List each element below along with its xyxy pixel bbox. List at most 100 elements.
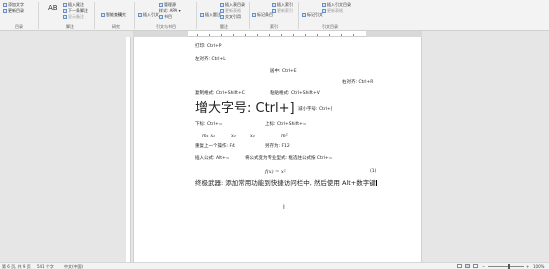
refresh-icon	[3, 9, 7, 13]
doc-line-sub-example: m₁ x₁	[202, 133, 216, 139]
manage-sources-icon	[159, 3, 163, 7]
insert-endnote-button[interactable]: 插入尾注	[63, 2, 84, 7]
page-count[interactable]: 第 6 页, 共 9 页	[2, 264, 31, 269]
ribbon-separator	[249, 2, 250, 29]
add-text-icon	[3, 3, 7, 7]
zoom-out-icon[interactable]: −	[482, 264, 485, 269]
doc-line-paste-format: 粘贴格式: Ctrl+Shift+V	[270, 91, 320, 96]
doc-formula[interactable]: f(x) = x²	[265, 169, 286, 175]
zoom-slider-thumb[interactable]	[508, 264, 510, 269]
doc-line-repeat: 重复上一个操作: F4	[195, 144, 235, 149]
doc-line-grow-font: 增大字号: Ctrl+]	[195, 101, 295, 116]
bibliography-button[interactable]: 书目	[159, 14, 172, 19]
group-footnotes-label: 脚注	[66, 24, 74, 29]
doc-line-shrink-font: 减小字号: Ctrl+[	[298, 107, 333, 112]
ruler-tick	[257, 34, 258, 36]
toa-icon	[322, 3, 326, 7]
print-layout-icon[interactable]	[465, 264, 470, 268]
doc-line-copy-format: 复制格式: Ctrl+Shift+C	[195, 91, 245, 96]
group-index-label: 索引	[270, 24, 278, 29]
ruler-tick	[221, 34, 222, 36]
text-caret	[376, 180, 377, 186]
insert-index-button[interactable]: 插入索引	[272, 2, 293, 7]
insert-citation-button[interactable]: 插入引文	[138, 12, 159, 17]
ruler-tick	[281, 34, 282, 36]
doc-line-subscript: 下标: Ctrl+=	[195, 122, 223, 127]
ribbon-separator	[38, 2, 39, 29]
insert-caption-button[interactable]: 插入题注	[200, 12, 221, 17]
doc-line-align-right: 右对齐: Ctrl+R	[342, 80, 374, 85]
group-citations-label: 引文与书目	[156, 24, 176, 29]
update-toa-button[interactable]: 更新表格	[322, 8, 343, 13]
doc-line-sub-example-2: x₂	[231, 133, 236, 139]
doc-line-insert-formula: 插入公式: Alt+=	[195, 156, 230, 161]
smart-lookup-icon	[101, 13, 105, 17]
doc-formula-number: (1)	[370, 169, 377, 174]
doc-line-ultimate: 终极武器: 添加常用功能到快捷访问栏中, 然后使用 Alt+数字键	[195, 179, 377, 187]
doc-line-align-left: 左对齐: Ctrl+L	[195, 57, 226, 62]
caption-icon	[200, 13, 204, 17]
doc-line-sup-example: m²	[281, 133, 288, 139]
zoom-in-icon[interactable]: +	[526, 264, 529, 269]
doc-line-superscript: 上标: Ctrl+Shift+=	[265, 122, 307, 127]
ruler-tick	[329, 34, 330, 36]
insert-table-of-figures-button[interactable]: 插入表目录	[220, 2, 245, 7]
zoom-level[interactable]: 100%	[533, 264, 544, 269]
ribbon: 添加文字 更新目录 目录 AB 插入尾注 下一条脚注 显示备注 脚注 智能查找 …	[0, 0, 549, 31]
vertical-ruler[interactable]	[126, 37, 131, 262]
ruler-tick	[209, 34, 210, 36]
show-notes-button[interactable]: 显示备注	[63, 14, 84, 19]
ruler-tick	[317, 34, 318, 36]
manage-sources-button[interactable]: 管理源	[159, 2, 176, 7]
cross-reference-button[interactable]: 交叉引用	[220, 14, 241, 19]
language-indicator[interactable]: 中文(中国)	[64, 264, 83, 269]
update-table-button[interactable]: 更新目录	[3, 8, 24, 13]
update-table2-button[interactable]: 更新表格	[220, 8, 241, 13]
doc-line-professional-formula: 将公式变为专业型式: 框选住公式按 Ctrl+=	[245, 156, 333, 161]
citation-icon	[138, 13, 142, 17]
word-count[interactable]: 541 个字	[37, 264, 54, 269]
document-page[interactable]: 打印: Ctrl+P 左对齐: Ctrl+L 居中: Ctrl+E 右对齐: C…	[133, 37, 422, 262]
web-layout-icon[interactable]	[473, 264, 478, 268]
i-beam-cursor-icon: I	[283, 204, 285, 211]
refresh-icon	[322, 9, 326, 13]
refresh-icon	[272, 9, 276, 13]
status-bar: 第 6 页, 共 9 页 541 个字 中文(中国) − + 100%	[0, 262, 549, 269]
endnote-icon	[63, 3, 67, 7]
ruler-tick	[269, 34, 270, 36]
mark-entry-icon	[252, 13, 256, 17]
doc-line-save-as: 另存为: F12	[265, 144, 290, 149]
research-button[interactable]: 研究	[118, 12, 126, 17]
index-icon	[272, 3, 276, 7]
ruler-tick	[341, 34, 342, 36]
doc-line-center: 居中: Ctrl+E	[270, 69, 297, 74]
bibliography-icon	[159, 15, 163, 19]
group-research-label: 研究	[112, 24, 120, 29]
mark-citation-button[interactable]: 标记引文	[302, 12, 323, 17]
ribbon-separator	[298, 2, 299, 29]
mark-entry-button[interactable]: 标记条目	[252, 12, 273, 17]
group-toa-label: 引文目录	[322, 24, 338, 29]
style-select[interactable]: 样式: APA ▾	[159, 8, 181, 13]
mark-citation-icon	[302, 13, 306, 17]
read-mode-icon[interactable]	[457, 264, 462, 268]
cross-reference-icon	[220, 15, 224, 19]
refresh-icon	[220, 9, 224, 13]
next-footnote-icon	[63, 9, 67, 13]
ruler-tick	[197, 34, 198, 36]
ruler-tick	[353, 34, 354, 36]
zoom-slider[interactable]	[488, 266, 524, 267]
ruler-tick	[293, 34, 294, 36]
doc-line-sub-example-3: x₂	[250, 133, 255, 139]
ribbon-separator	[94, 2, 95, 29]
ruler-tick	[245, 34, 246, 36]
group-captions-label: 题注	[220, 24, 228, 29]
chevron-down-icon: ▾	[178, 8, 181, 13]
insert-footnote-icon[interactable]: AB	[48, 4, 58, 12]
next-footnote-button[interactable]: 下一条脚注	[63, 8, 88, 13]
update-index-button[interactable]: 更新索引	[272, 8, 293, 13]
add-text-button[interactable]: 添加文字	[3, 2, 24, 7]
insert-toa-button[interactable]: 插入引文目录	[322, 2, 351, 7]
show-notes-icon	[63, 15, 67, 19]
ribbon-separator	[196, 2, 197, 29]
